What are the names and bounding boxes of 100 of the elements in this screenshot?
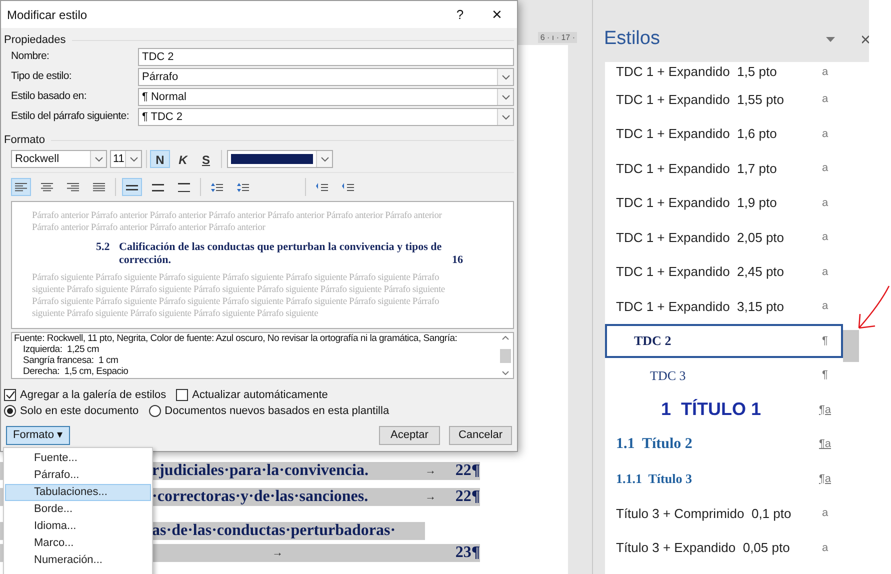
style-type-marker: ¶ [821, 368, 829, 383]
radio-label[interactable]: Documentos nuevos basados en esta plantilla [164, 402, 390, 420]
bold-button[interactable]: N [150, 150, 170, 168]
page-number: 22¶ [454, 461, 480, 481]
checkbox-label[interactable]: Actualizar automáticamente [192, 386, 328, 404]
spacing-lines-icon [178, 182, 190, 192]
align-justify-icon [93, 182, 105, 192]
spacing-lines-icon [126, 182, 138, 192]
scroll-down-icon[interactable] [502, 371, 509, 375]
page-number: 23¶ [454, 543, 480, 563]
style-item[interactable]: Título 3 + Comprimido 0,1 pto a [605, 496, 843, 530]
toc-entry-text: ·correctoras·y·de·las·sanciones. [152, 487, 368, 507]
preview-next-text: Párrafo siguiente Párrafo siguiente Párrafo siguiente Párrafo siguiente Párrafo siguiente Párrafo siguiente Párrafo siguiente Párrafo siguiente Párrafo siguiente Párrafo siguiente Párrafo siguiente Párrafo siguiente Párrafo siguiente Párrafo siguiente Párrafo siguiente Párrafo siguiente Párrafo siguiente Párrafo siguiente Párrafo siguiente Párrafo siguiente Párrafo siguiente Párrafo siguiente Párrafo siguiente Párrafo siguiente [32, 272, 446, 320]
dropdown-field[interactable]: ¶ TDC 2 [138, 108, 514, 126]
style-item[interactable]: 1 TÍTULO 1 ¶a [605, 392, 843, 427]
menu-item[interactable]: Numeración... [5, 552, 151, 569]
check-icon [6, 391, 14, 399]
menu-item[interactable]: Borde... [5, 501, 151, 518]
style-item[interactable]: 1.1.1 Título 3 ¶a [605, 462, 843, 496]
style-type-marker: a [820, 506, 830, 521]
font-dropdown[interactable]: Rockwell [11, 150, 107, 168]
style-type-marker: ¶a [818, 472, 832, 486]
dropdown-field[interactable]: Párrafo [138, 68, 514, 86]
paragraph-spacing-icon [211, 182, 223, 192]
align-right-icon [67, 182, 79, 192]
style-type-marker: a [820, 196, 830, 210]
style-type-marker: a [820, 64, 830, 80]
field-label: Tipo de estilo: [11, 69, 72, 84]
style-type-marker: a [820, 264, 830, 280]
style-item[interactable]: TDC 1 + Expandido 2,45 pto a [605, 254, 843, 289]
chevron-icon[interactable] [502, 74, 510, 80]
chevron-icon[interactable] [320, 156, 328, 162]
dropdown-field[interactable]: ¶ Normal [138, 88, 514, 106]
chevron-icon[interactable] [502, 94, 510, 100]
style-item[interactable]: 1.1 Título 2 ¶a [605, 427, 843, 462]
size-dropdown[interactable]: 11 [110, 150, 142, 168]
format-menu-button[interactable]: Formato ▾ [6, 426, 70, 445]
style-type-marker: a [820, 230, 830, 245]
help-button[interactable]: ? [445, 4, 475, 24]
toc-entry-text: rjudiciales·para·la·convivencia. [152, 461, 368, 481]
toc-entry-text: as·de·las·conductas·perturbadoras· [152, 521, 396, 541]
align-left-button[interactable] [11, 178, 31, 196]
cancel-button[interactable]: Cancelar [449, 426, 512, 445]
close-icon[interactable] [862, 34, 869, 44]
menu-item[interactable]: Tabulaciones... [5, 484, 151, 501]
style-type-marker: a [820, 299, 830, 314]
group-heading: Formato [4, 132, 45, 148]
align-center-icon [41, 182, 53, 192]
radio-button[interactable] [148, 405, 161, 417]
close-button[interactable]: × [477, 2, 517, 28]
indent-icon [342, 182, 354, 192]
underline-button[interactable]: S [196, 150, 216, 168]
indent-icon [316, 182, 328, 192]
style-item[interactable]: TDC 1 + Expandido 1,5 pto a [605, 62, 843, 82]
chevron-icon[interactable] [502, 114, 510, 120]
preview-heading: Calificación de las conductas que perturban la convivencia y tipos de corrección. [119, 241, 443, 267]
radio-label[interactable]: Solo en este documento [20, 402, 139, 420]
scroll-thumb[interactable] [843, 330, 859, 362]
menu-item[interactable]: Fuente... [5, 450, 151, 467]
scroll-up-icon[interactable] [502, 336, 509, 340]
checkbox[interactable] [176, 389, 188, 401]
style-item[interactable]: TDC 1 + Expandido 1,7 pto a [605, 151, 843, 186]
style-item[interactable]: TDC 1 + Expandido 3,15 pto a [605, 289, 843, 324]
style-item[interactable]: TDC 3 ¶ [605, 358, 843, 392]
style-item[interactable]: TDC 1 + Expandido 1,9 pto a [605, 186, 843, 220]
menu-item[interactable]: Marco... [5, 535, 151, 552]
spacing-lines-icon [152, 182, 164, 192]
menu-item[interactable]: Párrafo... [5, 467, 151, 484]
preview-page-number: 16 [452, 254, 463, 267]
style-item[interactable]: TDC 1 + Expandido 1,6 pto a [605, 116, 843, 151]
checkbox[interactable] [4, 389, 16, 401]
style-item[interactable]: TDC 1 + Expandido 1,55 pto a [605, 82, 843, 116]
style-item[interactable]: TDC 1 + Expandido 2,05 pto a [605, 220, 843, 254]
line-spacing-single-button[interactable] [122, 178, 142, 196]
scroll-thumb[interactable] [500, 348, 511, 362]
tab-mark: → [425, 464, 436, 479]
style-item[interactable]: Título 3 + Expandido 0,05 pto a [605, 530, 843, 565]
field-label: Estilo basado en: [11, 89, 88, 104]
font-color-dropdown[interactable] [227, 150, 333, 168]
checkbox-label[interactable]: Agregar a la galería de estilos [20, 386, 166, 404]
preview-previous-text: Párrafo anterior Párrafo anterior Párrafo anterior Párrafo anterior Párrafo anterior Párrafo anterior Párrafo anterior Párrafo anterior Párrafo anterior Párrafo anterior Párrafo anterior [32, 210, 443, 234]
chevron-icon[interactable] [94, 156, 102, 162]
pane-title: Estilos [604, 26, 661, 51]
align-left-icon [15, 182, 27, 192]
radio-button[interactable] [4, 405, 16, 417]
style-item[interactable]: TDC 2 ¶ [605, 324, 843, 358]
menu-item[interactable]: Idioma... [5, 518, 151, 535]
ok-button[interactable]: Aceptar [379, 426, 440, 445]
description-line: Sangría francesa: 1 cm [22, 355, 120, 366]
chevron-icon[interactable] [130, 156, 138, 162]
ruler: 6 · ı · 17 · [538, 32, 577, 43]
dropdown-caret-icon[interactable] [826, 36, 835, 42]
italic-button[interactable]: K [173, 150, 193, 168]
window-title: Modificar estilo [7, 6, 88, 24]
page-number: 22¶ [454, 487, 480, 507]
name-input-field[interactable]: TDC 2 [138, 48, 514, 66]
style-type-marker: a [820, 161, 830, 176]
style-type-marker: ¶ [821, 334, 829, 348]
style-type-marker: a [820, 540, 830, 556]
tab-mark: → [425, 490, 436, 505]
